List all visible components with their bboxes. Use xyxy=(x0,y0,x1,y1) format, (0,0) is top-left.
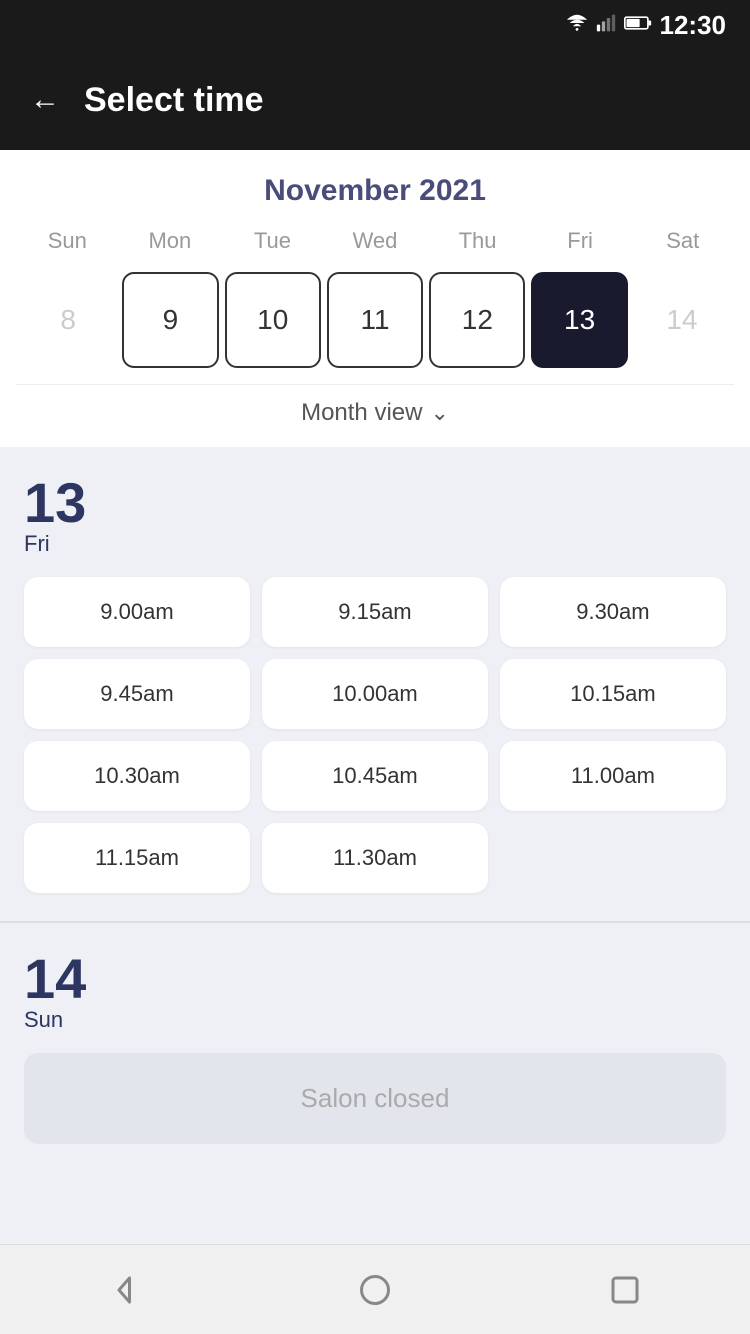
month-label: November 2021 xyxy=(16,174,734,208)
slot-1045am[interactable]: 10.45am xyxy=(262,741,488,811)
slot-1000am[interactable]: 10.00am xyxy=(262,659,488,729)
app-header: ← Select time xyxy=(0,50,750,150)
day-cell-14[interactable]: 14 xyxy=(634,272,730,368)
days-row: 8 9 10 11 12 13 14 xyxy=(16,264,734,384)
day-cell-12[interactable]: 12 xyxy=(429,272,525,368)
day-header-tue: Tue xyxy=(221,228,324,254)
day-cell-10[interactable]: 10 xyxy=(225,272,321,368)
back-button[interactable]: ← xyxy=(30,83,60,117)
slot-1015am[interactable]: 10.15am xyxy=(500,659,726,729)
slots-container-13: 9.00am 9.15am 9.30am 9.45am 10.00am 10.1… xyxy=(24,577,726,893)
day-header-sat: Sat xyxy=(631,228,734,254)
day-cell-11[interactable]: 11 xyxy=(327,272,423,368)
slots-container-14: Salon closed xyxy=(24,1053,726,1144)
day-number-14: 14 xyxy=(24,951,86,1007)
status-icons: 12:30 xyxy=(566,10,727,41)
chevron-down-icon: ⌄ xyxy=(430,400,448,426)
day-name-sun: Sun xyxy=(24,1007,63,1033)
nav-home-button[interactable] xyxy=(350,1265,400,1315)
slot-1115am[interactable]: 11.15am xyxy=(24,823,250,893)
day-cell-13[interactable]: 13 xyxy=(531,272,627,368)
day-section-13: 13 Fri 9.00am 9.15am 9.30am 9.45am 10.00… xyxy=(0,447,750,921)
slot-915am[interactable]: 9.15am xyxy=(262,577,488,647)
day-name-fri: Fri xyxy=(24,531,50,557)
day-cell-9[interactable]: 9 xyxy=(122,272,218,368)
day-header-fri: Fri xyxy=(529,228,632,254)
signal-icon xyxy=(596,12,616,39)
day-header-wed: Wed xyxy=(324,228,427,254)
slot-900am[interactable]: 9.00am xyxy=(24,577,250,647)
day-header-mon: Mon xyxy=(119,228,222,254)
slot-945am[interactable]: 9.45am xyxy=(24,659,250,729)
day-header-sun: Sun xyxy=(16,228,119,254)
status-bar: 12:30 xyxy=(0,0,750,50)
slot-1100am[interactable]: 11.00am xyxy=(500,741,726,811)
day-info-13: 13 Fri xyxy=(24,475,726,557)
page-title: Select time xyxy=(84,81,264,120)
day-section-14: 14 Sun Salon closed xyxy=(0,921,750,1172)
slot-930am[interactable]: 9.30am xyxy=(500,577,726,647)
day-cell-8[interactable]: 8 xyxy=(20,272,116,368)
month-view-toggle[interactable]: Month view ⌄ xyxy=(16,384,734,447)
battery-icon xyxy=(624,14,652,37)
status-time: 12:30 xyxy=(660,10,727,41)
day-info-14: 14 Sun xyxy=(24,951,726,1033)
slot-1030am[interactable]: 10.30am xyxy=(24,741,250,811)
day-header-thu: Thu xyxy=(426,228,529,254)
day-headers: Sun Mon Tue Wed Thu Fri Sat xyxy=(16,228,734,254)
day-number-13: 13 xyxy=(24,475,86,531)
nav-bar xyxy=(0,1244,750,1334)
month-view-label: Month view xyxy=(301,399,422,427)
calendar-section: November 2021 Sun Mon Tue Wed Thu Fri Sa… xyxy=(0,150,750,447)
slot-1130am[interactable]: 11.30am xyxy=(262,823,488,893)
wifi-icon xyxy=(566,12,588,39)
salon-closed-message: Salon closed xyxy=(24,1053,726,1144)
nav-recents-button[interactable] xyxy=(600,1265,650,1315)
nav-back-button[interactable] xyxy=(100,1265,150,1315)
timeslots-area: 13 Fri 9.00am 9.15am 9.30am 9.45am 10.00… xyxy=(0,447,750,1244)
